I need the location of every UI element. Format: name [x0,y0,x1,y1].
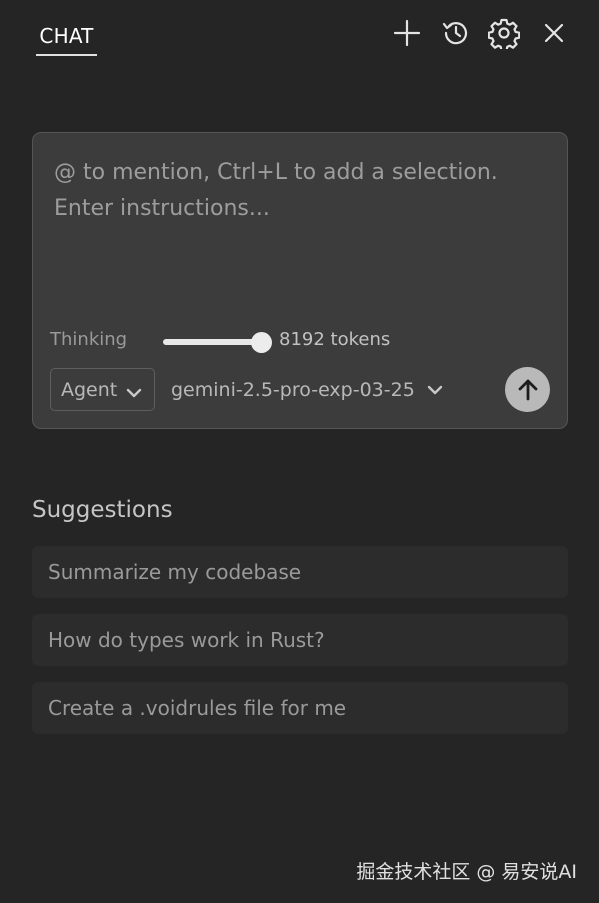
history-icon[interactable] [438,15,474,51]
gear-icon[interactable] [486,15,522,51]
chat-header: CHAT [0,0,599,70]
tab-chat[interactable]: CHAT [36,18,97,56]
chevron-down-icon [427,379,443,401]
suggestion-item[interactable]: How do types work in Rust? [32,614,568,666]
model-select-value: gemini-2.5-pro-exp-03-25 [171,379,415,401]
model-select[interactable]: gemini-2.5-pro-exp-03-25 [171,372,443,408]
close-icon[interactable] [536,15,572,51]
thinking-slider-handle[interactable] [251,332,272,353]
suggestions-heading: Suggestions [32,497,173,523]
suggestion-item[interactable]: Summarize my codebase [32,546,568,598]
suggestion-item[interactable]: Create a .voidrules file for me [32,682,568,734]
arrow-up-icon [518,379,537,400]
chat-input-box: Thinking 8192 tokens Agent gemini-2.5-pr… [32,132,568,429]
thinking-row: Thinking 8192 tokens [50,327,550,357]
mode-select-value: Agent [61,378,118,401]
watermark: 掘金技术社区 @ 易安说AI [356,861,577,883]
prompt-input[interactable] [54,155,544,305]
mode-select[interactable]: Agent [50,368,155,411]
send-button[interactable] [505,367,550,412]
thinking-label: Thinking [50,329,128,350]
chevron-down-icon [126,382,142,404]
plus-icon[interactable] [389,15,425,51]
tokens-label: 8192 tokens [279,329,391,350]
thinking-slider-track[interactable] [163,339,263,345]
